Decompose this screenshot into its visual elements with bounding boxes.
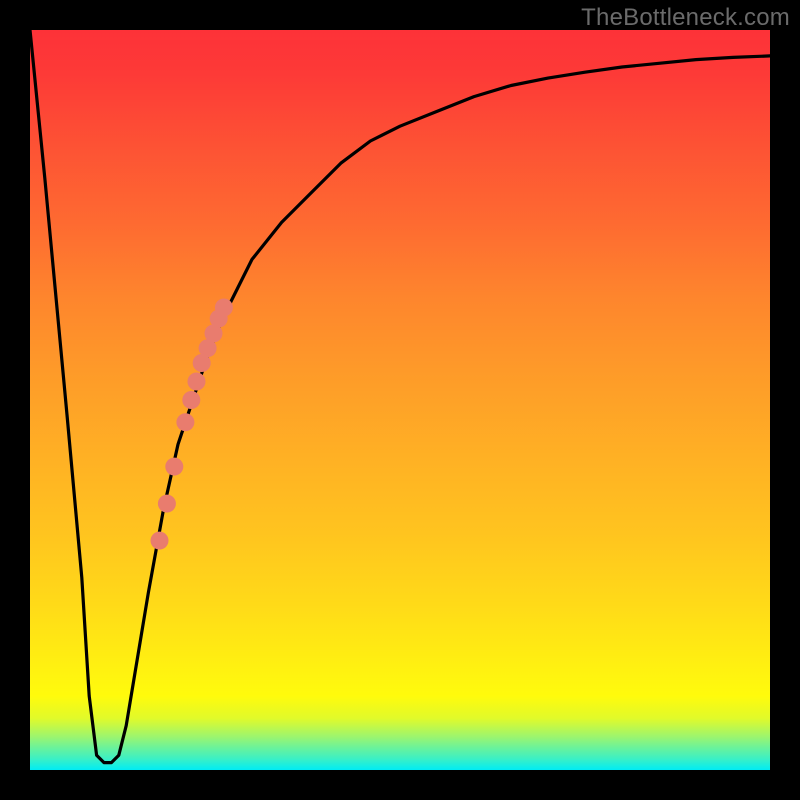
data-point (188, 373, 206, 391)
data-point (215, 299, 233, 317)
data-point (151, 532, 169, 550)
curve-layer (30, 30, 770, 770)
data-point (176, 413, 194, 431)
watermark-text: TheBottleneck.com (581, 4, 790, 32)
data-point (158, 495, 176, 513)
bottleneck-curve (30, 30, 770, 763)
plot-area (30, 30, 770, 770)
chart-frame: TheBottleneck.com (0, 0, 800, 800)
data-point (182, 391, 200, 409)
data-point (165, 458, 183, 476)
